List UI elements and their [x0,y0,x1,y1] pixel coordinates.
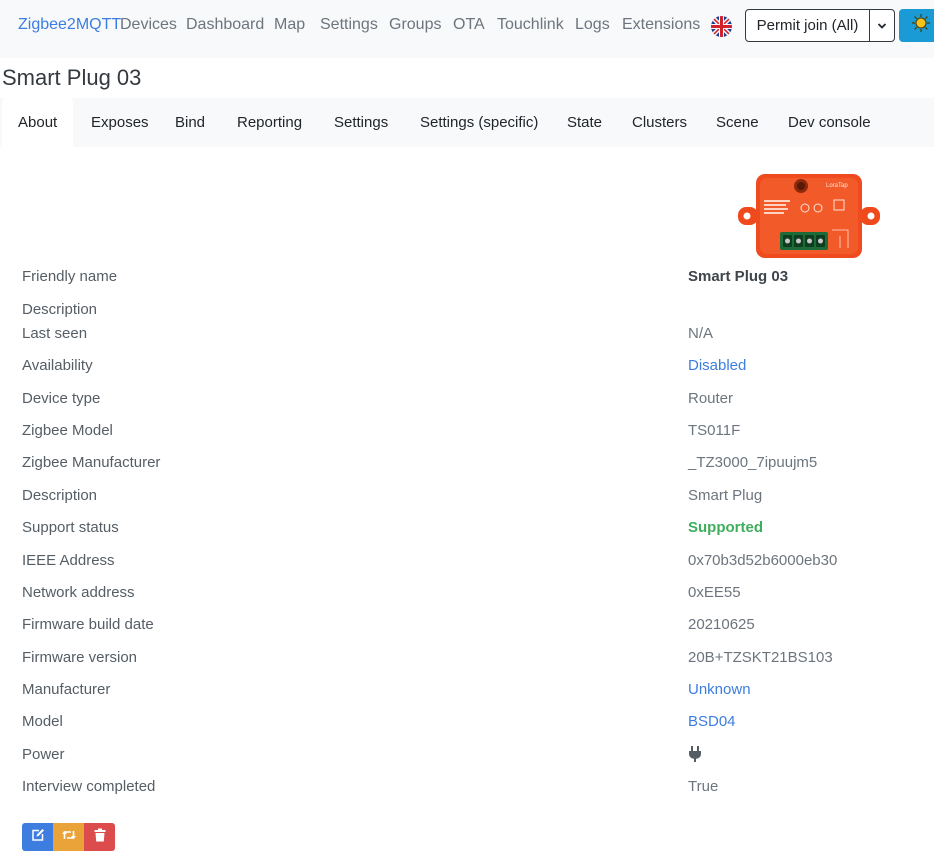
detail-label: Last seen [22,325,88,342]
detail-row-device-type: Device type Router [0,390,934,412]
nav-link-touchlink[interactable]: Touchlink [497,16,564,34]
device-brand-label: LoraTap [826,183,848,189]
edit-button[interactable] [22,823,53,851]
nav-link-groups[interactable]: Groups [389,16,441,34]
tab-scene[interactable]: Scene [700,98,775,147]
remove-button[interactable] [84,823,115,851]
detail-row-model: Model BSD04 [0,713,934,735]
detail-row-firmware-version: Firmware version 20B+TZSKT21BS103 [0,649,934,671]
retweet-icon [61,828,77,846]
detail-label: Power [22,746,65,763]
firmware-build-date-value: 20210625 [688,616,755,633]
detail-row-friendly-name: Friendly name Smart Plug 03 [0,268,934,290]
detail-row-manufacturer: Manufacturer Unknown [0,681,934,703]
plug-icon [688,745,702,767]
detail-row-ieee-address: IEEE Address 0x70b3d52b6000eb30 [0,552,934,574]
manufacturer-link[interactable]: Unknown [688,681,751,698]
nav-link-extensions[interactable]: Extensions [622,16,700,34]
availability-link[interactable]: Disabled [688,357,746,374]
tab-exposes[interactable]: Exposes [75,98,165,147]
detail-row-availability: Availability Disabled [0,357,934,379]
detail-label: Support status [22,519,119,536]
nav-link-map[interactable]: Map [274,16,305,34]
ieee-address-value: 0x70b3d52b6000eb30 [688,552,838,569]
detail-label: Network address [22,584,135,601]
nav-link-settings[interactable]: Settings [320,16,378,34]
tab-settings-specific[interactable]: Settings (specific) [404,98,554,147]
detail-label: IEEE Address [22,552,115,569]
tab-dev-console[interactable]: Dev console [772,98,887,147]
brand-link[interactable]: Zigbee2MQTT [18,16,121,34]
model-description-value: Smart Plug [688,487,763,504]
sun-icon [911,13,931,38]
tab-about[interactable]: About [2,98,74,147]
nav-link-ota[interactable]: OTA [453,16,485,34]
permit-join-dropdown-toggle[interactable] [869,9,895,42]
device-image: LoraTap [736,170,882,262]
detail-row-interview-completed: Interview completed True [0,778,934,800]
page-title: Smart Plug 03 [2,65,142,90]
detail-label: Description [22,301,98,318]
permit-join-button[interactable]: Permit join (All) [745,9,870,42]
zigbee-model-value: TS011F [688,422,741,439]
detail-label: Firmware build date [22,616,154,633]
detail-label: Friendly name [22,268,118,285]
support-status-value: Supported [688,519,763,536]
detail-label: Zigbee Manufacturer [22,454,161,471]
detail-label: Manufacturer [22,681,111,698]
detail-row-power: Power [0,746,934,768]
tab-reporting[interactable]: Reporting [221,98,318,147]
detail-row-zigbee-manufacturer: Zigbee Manufacturer _TZ3000_7ipuujm5 [0,454,934,476]
firmware-version-value: 20B+TZSKT21BS103 [688,649,833,666]
zigbee-manufacturer-value: _TZ3000_7ipuujm5 [688,454,818,471]
uk-flag-icon[interactable] [711,16,732,37]
device-type-value: Router [688,390,734,407]
detail-row-firmware-build-date: Firmware build date 20210625 [0,616,934,638]
detail-row-support-status: Support status Supported [0,519,934,541]
detail-label: Model [22,713,63,730]
chevron-down-icon [877,17,887,35]
detail-label: Device type [22,390,101,407]
last-seen-value: N/A [688,325,714,342]
nav-link-devices[interactable]: Devices [120,16,177,34]
interview-completed-value: True [688,778,719,795]
trash-icon [94,828,106,847]
top-navbar: Zigbee2MQTT Devices Dashboard Map Settin… [0,0,934,58]
tab-bind[interactable]: Bind [159,98,221,147]
tab-state[interactable]: State [551,98,618,147]
detail-row-model-description: Description Smart Plug [0,487,934,509]
device-tabs: About Exposes Bind Reporting Settings Se… [0,98,934,147]
permit-join-label: Permit join (All) [756,17,859,34]
edit-icon [31,828,45,847]
detail-label: Availability [22,357,93,374]
detail-label: Description [22,487,98,504]
reconfigure-button[interactable] [53,823,84,851]
detail-row-last-seen: Last seen N/A [0,325,934,347]
detail-row-zigbee-model: Zigbee Model TS011F [0,422,934,444]
tab-settings[interactable]: Settings [318,98,404,147]
network-address-value: 0xEE55 [688,584,741,601]
nav-link-dashboard[interactable]: Dashboard [186,16,264,34]
detail-label: Zigbee Model [22,422,113,439]
detail-row-network-address: Network address 0xEE55 [0,584,934,606]
theme-toggle-button[interactable] [899,9,934,42]
tab-clusters[interactable]: Clusters [616,98,703,147]
detail-label: Firmware version [22,649,138,666]
nav-link-logs[interactable]: Logs [575,16,610,34]
detail-label: Interview completed [22,778,156,795]
model-link[interactable]: BSD04 [688,713,736,730]
detail-row-description: Description [0,301,934,323]
friendly-name-value: Smart Plug 03 [688,268,789,285]
